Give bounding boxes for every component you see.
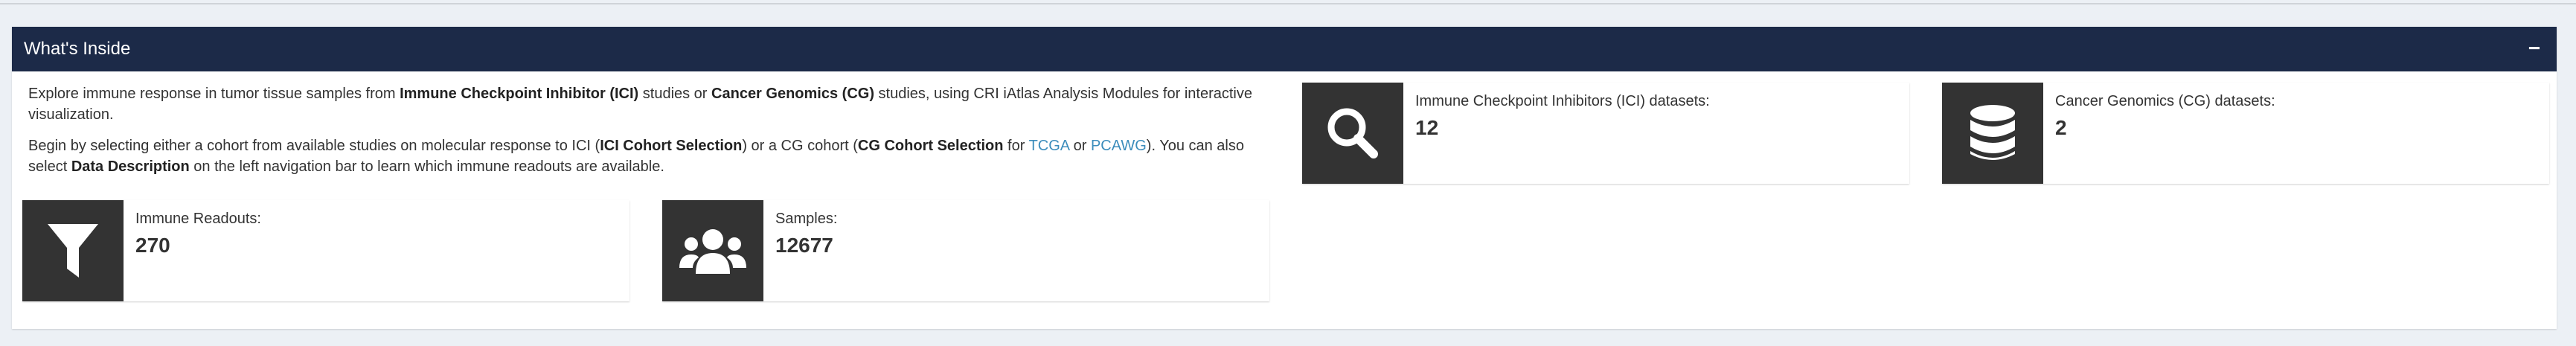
search-icon xyxy=(1302,83,1403,184)
plain-text: on the left navigation bar to learn whic… xyxy=(189,158,664,175)
plain-text: for xyxy=(1003,138,1029,154)
plain-text: studies or xyxy=(638,86,712,102)
filter-icon xyxy=(22,200,124,301)
samples-label: Samples: xyxy=(775,211,838,227)
database-icon xyxy=(1942,83,2043,184)
bold-text: CG Cohort Selection xyxy=(857,138,1004,154)
bold-text: Immune Checkpoint Inhibitor (ICI) xyxy=(400,86,639,102)
intro-text: Explore immune response in tumor tissue … xyxy=(28,83,1278,188)
samples-box: Samples: 12677 xyxy=(662,200,1269,301)
top-divider xyxy=(0,0,2576,4)
bold-text: Cancer Genomics (CG) xyxy=(711,86,874,102)
immune-readouts-value: 270 xyxy=(135,234,170,257)
plain-text: ) or a CG cohort ( xyxy=(742,138,858,154)
cg-datasets-box: Cancer Genomics (CG) datasets: 2 xyxy=(1942,83,2549,184)
panel-title: What's Inside xyxy=(24,39,131,59)
immune-readouts-box: Immune Readouts: 270 xyxy=(22,200,629,301)
plain-text: or xyxy=(1069,138,1091,154)
cg-datasets-label: Cancer Genomics (CG) datasets: xyxy=(2055,93,2275,109)
intro-paragraph-1: Explore immune response in tumor tissue … xyxy=(28,83,1278,125)
link-tcga[interactable]: TCGA xyxy=(1029,138,1069,154)
panel-header: What's Inside − xyxy=(12,27,2557,71)
plain-text: Begin by selecting either a cohort from … xyxy=(28,138,600,154)
ici-datasets-label: Immune Checkpoint Inhibitors (ICI) datas… xyxy=(1415,93,1710,109)
bold-text: Data Description xyxy=(71,158,190,175)
immune-readouts-label: Immune Readouts: xyxy=(135,211,261,227)
link-pcawg[interactable]: PCAWG xyxy=(1091,138,1147,154)
samples-value: 12677 xyxy=(775,234,833,257)
collapse-button[interactable]: − xyxy=(2524,37,2545,60)
plain-text: Explore immune response in tumor tissue … xyxy=(28,86,400,102)
ici-datasets-box: Immune Checkpoint Inhibitors (ICI) datas… xyxy=(1302,83,1909,184)
ici-datasets-value: 12 xyxy=(1415,116,1439,139)
intro-paragraph-2: Begin by selecting either a cohort from … xyxy=(28,135,1278,177)
bold-text: ICI Cohort Selection xyxy=(600,138,743,154)
users-icon xyxy=(662,200,763,301)
cg-datasets-value: 2 xyxy=(2055,116,2067,139)
